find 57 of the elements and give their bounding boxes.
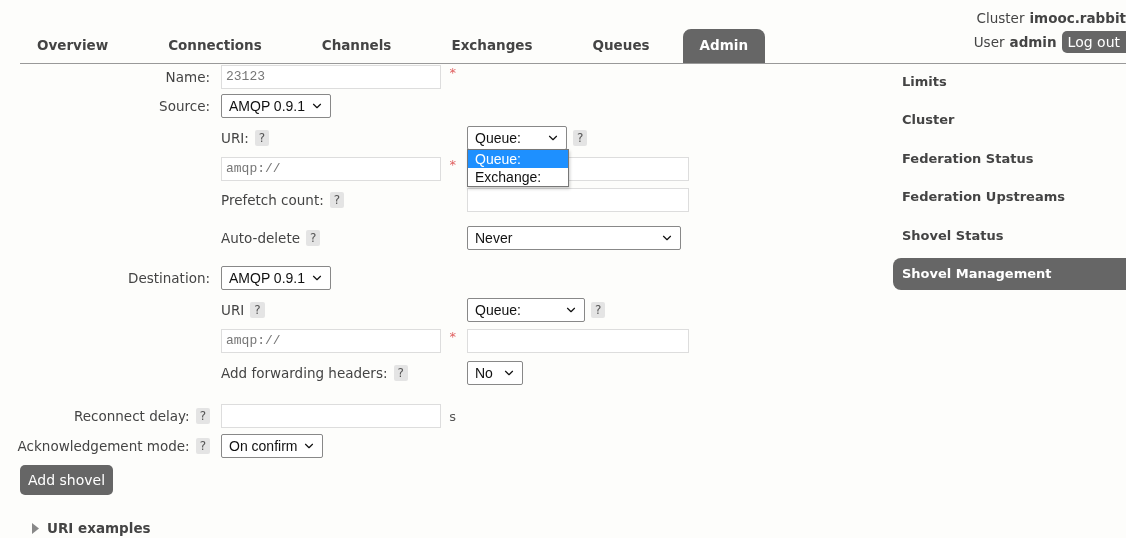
nav-tab[interactable]: Admin [682, 29, 765, 63]
dropdown-option[interactable]: Exchange: [468, 168, 568, 186]
help-icon[interactable]: ? [306, 230, 321, 246]
protocol-select[interactable]: AMQP 0.9.1 [221, 94, 331, 118]
nav-tab[interactable]: Channels [304, 29, 409, 63]
prefetch-input[interactable] [467, 188, 689, 212]
type-select[interactable]: Queue: [467, 126, 567, 150]
name-input[interactable]: 23123 [221, 65, 441, 89]
field-label: Name: [165, 69, 210, 85]
field-label: Acknowledgement mode: [17, 438, 190, 454]
field-label: Reconnect delay: [74, 408, 190, 424]
autodelete-select[interactable]: Never [467, 226, 681, 250]
nav-tab[interactable]: Connections [151, 29, 279, 63]
nav-tab[interactable]: Exchanges [434, 29, 550, 63]
field-label: Prefetch count: [221, 192, 324, 208]
nav-tab[interactable]: Queues [575, 29, 667, 63]
headers-select[interactable]: No [467, 361, 523, 385]
help-icon[interactable]: ? [591, 302, 606, 318]
help-icon[interactable]: ? [250, 302, 265, 318]
help-icon[interactable]: ? [195, 438, 210, 454]
user-label: User [973, 34, 1005, 50]
sidebar-item[interactable]: Cluster [893, 103, 1126, 136]
required-mark: * [449, 65, 456, 80]
sidebar-item[interactable]: Federation Status [893, 142, 1126, 175]
required-mark: * [449, 329, 456, 344]
sidebar-item[interactable]: Limits [893, 65, 1126, 97]
required-mark: * [449, 157, 456, 172]
add-shovel-button[interactable]: Add shovel [20, 465, 114, 495]
caret-right-icon[interactable] [32, 522, 39, 534]
field-label: URI: [221, 130, 249, 146]
logout-button[interactable]: Log out [1061, 31, 1126, 53]
field-label: Destination: [128, 270, 210, 286]
user-name: admin [1009, 34, 1057, 50]
help-icon[interactable]: ? [195, 408, 210, 424]
help-icon[interactable]: ? [254, 130, 270, 146]
sidebar-item[interactable]: Federation Upstreams [893, 180, 1126, 213]
uri-examples-toggle[interactable]: URI examples [47, 520, 151, 536]
cluster-label: Cluster [976, 10, 1025, 26]
type-select[interactable]: Queue: [467, 298, 585, 322]
protocol-select[interactable]: AMQP 0.9.1 [221, 266, 331, 290]
field-label: Auto-delete [221, 230, 300, 246]
uri-input[interactable]: amqp:// [221, 329, 441, 353]
field-label: Source: [159, 98, 210, 114]
help-icon[interactable]: ? [393, 365, 408, 381]
cluster-name: imooc.rabbit [1029, 10, 1126, 26]
help-icon[interactable]: ? [573, 130, 588, 146]
sidebar-item[interactable]: Shovel Status [893, 219, 1126, 252]
nav-tab[interactable]: Overview [20, 29, 126, 63]
ack-mode-select[interactable]: On confirm [221, 434, 323, 458]
unit-label: s [449, 408, 456, 424]
delay-input[interactable] [221, 404, 442, 428]
field-label: Add forwarding headers: [221, 365, 388, 381]
field-label: URI [221, 302, 245, 318]
queue-input[interactable] [467, 329, 689, 353]
sidebar-item[interactable]: Shovel Management [893, 257, 1126, 290]
uri-input[interactable]: amqp:// [221, 157, 441, 181]
help-icon[interactable]: ? [329, 192, 345, 208]
